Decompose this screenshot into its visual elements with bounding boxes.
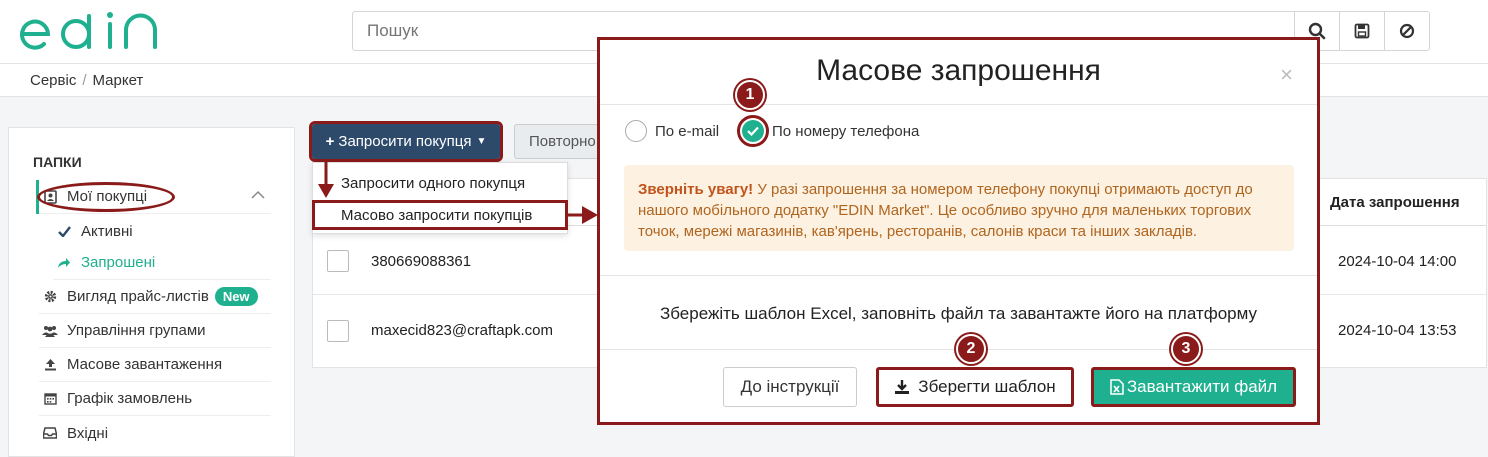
radio-phone-label[interactable]: По номеру телефона bbox=[772, 123, 919, 140]
close-icon[interactable]: × bbox=[1280, 62, 1293, 88]
bulk-invite-modal: Масове запрошення × По e-mail По номеру … bbox=[597, 37, 1320, 425]
step-marker-2: 2 bbox=[956, 334, 986, 364]
save-template-label: Зберегти шаблон bbox=[918, 377, 1056, 396]
excel-file-icon bbox=[1110, 379, 1124, 395]
save-template-button[interactable]: Зберегти шаблон bbox=[876, 367, 1074, 407]
highlight-radio-phone bbox=[737, 115, 769, 147]
modal-body-divider bbox=[600, 275, 1317, 276]
step-marker-3: 3 bbox=[1171, 334, 1201, 364]
download-icon bbox=[895, 380, 910, 394]
modal-title: Масове запрошення bbox=[816, 54, 1101, 87]
upload-file-label: Завантажити файл bbox=[1126, 377, 1278, 396]
radio-email-label[interactable]: По e-mail bbox=[655, 123, 719, 140]
alert-title: Зверніть увагу! bbox=[638, 181, 754, 198]
modal-header-divider bbox=[600, 104, 1317, 105]
upload-file-button[interactable]: Завантажити файл bbox=[1091, 367, 1296, 407]
notice-alert: Зверніть увагу! У разі запрошення за ном… bbox=[624, 165, 1294, 251]
instructions-button[interactable]: До інструкції bbox=[723, 367, 857, 407]
instruction-text: Збережіть шаблон Excel, заповніть файл т… bbox=[659, 304, 1257, 323]
radio-email[interactable] bbox=[625, 120, 647, 142]
step-marker-1: 1 bbox=[735, 80, 765, 110]
